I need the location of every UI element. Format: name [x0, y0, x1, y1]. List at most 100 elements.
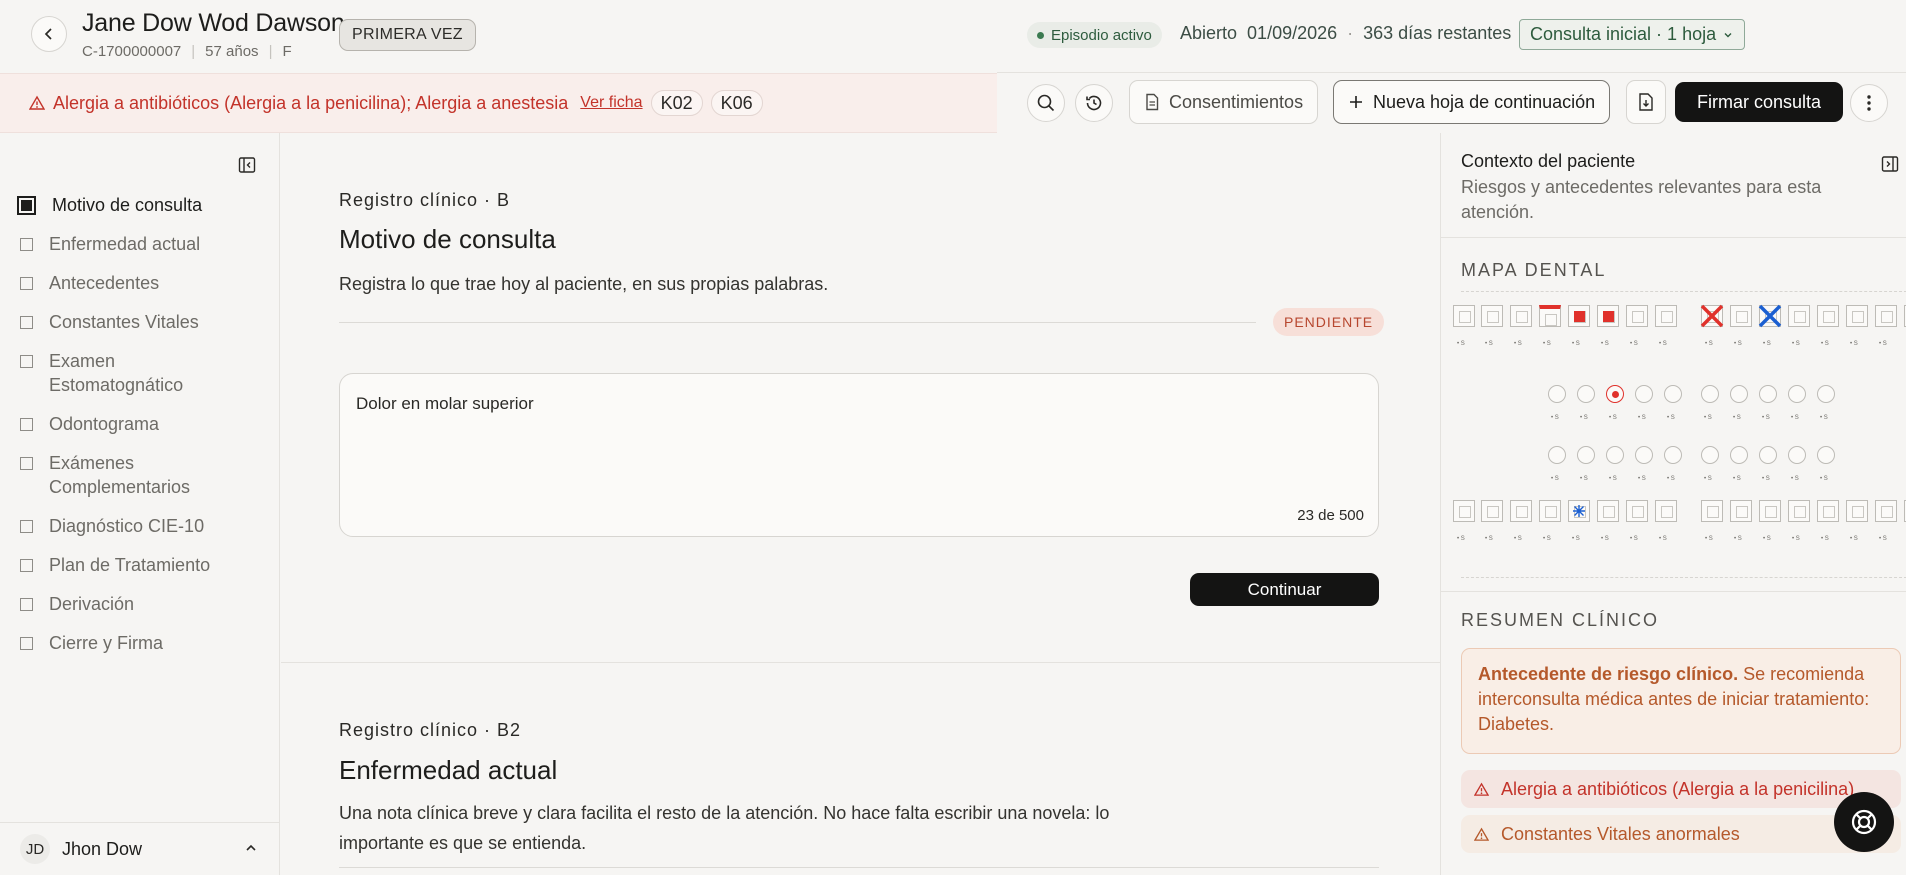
sidebar-item-odontograma[interactable]: Odontograma — [17, 412, 267, 451]
tooth-lower[interactable] — [1730, 500, 1752, 522]
tooth-upper[interactable] — [1817, 305, 1839, 327]
opened-date: 01/09/2026 — [1247, 23, 1338, 43]
tooth-lower[interactable] — [1539, 500, 1561, 522]
tooth-lower[interactable] — [1846, 500, 1868, 522]
tooth-upper[interactable] — [1510, 305, 1532, 327]
sidebar-item-diagnostico[interactable]: Diagnóstico CIE-10 — [17, 514, 267, 553]
new-sheet-button[interactable]: Nueva hoja de continuación — [1333, 80, 1611, 124]
tooth-surface-marker: • S — [1667, 415, 1675, 421]
tooth-primary-upper[interactable] — [1548, 385, 1566, 403]
episode-status-label: Episodio activo — [1051, 26, 1152, 44]
tooth-surface-marker: • S — [1879, 536, 1887, 542]
tooth-primary-lower[interactable] — [1788, 446, 1806, 464]
tooth-upper[interactable] — [1730, 305, 1752, 327]
tooth-primary-upper[interactable] — [1759, 385, 1777, 403]
sidebar-item-derivacion[interactable]: Derivación — [17, 592, 267, 631]
dental-map-label: MAPA DENTAL — [1461, 260, 1607, 280]
diagnosis-code-chip[interactable]: K06 — [710, 90, 763, 116]
tooth-surface-marker: • S — [1704, 415, 1712, 421]
tooth-primary-upper[interactable] — [1730, 385, 1748, 403]
tooth-upper[interactable] — [1453, 305, 1475, 327]
search-button[interactable] — [1027, 84, 1065, 122]
tooth-lower[interactable] — [1701, 500, 1723, 522]
tooth-primary-lower[interactable] — [1577, 446, 1595, 464]
tooth-primary-upper[interactable] — [1635, 385, 1653, 403]
tooth-lower[interactable] — [1626, 500, 1648, 522]
tooth-lower[interactable] — [1568, 500, 1590, 522]
tooth-lower[interactable] — [1875, 500, 1897, 522]
consents-button[interactable]: Consentimientos — [1129, 80, 1319, 124]
patient-sex: F — [282, 43, 292, 60]
tooth-lower[interactable] — [1655, 500, 1677, 522]
sidebar-item-examenes[interactable]: Exámenes Complementarios — [17, 451, 227, 514]
tooth-upper[interactable] — [1539, 305, 1561, 327]
dot-separator: · — [1347, 23, 1354, 43]
tooth-upper[interactable] — [1655, 305, 1677, 327]
alert-text: Alergia a antibióticos (Alergia a la pen… — [1501, 778, 1855, 799]
collapse-sidebar-icon[interactable] — [238, 156, 256, 174]
sidebar-item-constantes[interactable]: Constantes Vitales — [17, 310, 267, 349]
tooth-upper[interactable] — [1846, 305, 1868, 327]
section-description: Registra lo que trae hoy al paciente, en… — [339, 274, 829, 294]
sidebar-item-cierre[interactable]: Cierre y Firma — [17, 631, 267, 670]
sidebar-item-enfermedad[interactable]: Enfermedad actual — [17, 232, 267, 271]
diagnosis-code-chip[interactable]: K02 — [650, 90, 703, 116]
tooth-primary-upper[interactable] — [1788, 385, 1806, 403]
collapse-panel-icon[interactable] — [1881, 155, 1899, 173]
tooth-surface-marker: • S — [1820, 476, 1828, 482]
tooth-upper[interactable] — [1700, 304, 1724, 328]
tooth-upper[interactable] — [1597, 305, 1619, 327]
tooth-upper[interactable] — [1568, 305, 1590, 327]
section-kicker: Registro clínico · B2 — [339, 720, 522, 740]
tooth-primary-upper[interactable] — [1664, 385, 1682, 403]
tooth-lower[interactable] — [1481, 500, 1503, 522]
checkbox-icon — [20, 418, 33, 431]
tooth-lower[interactable] — [1817, 500, 1839, 522]
tooth-lower[interactable] — [1759, 500, 1781, 522]
consulta-select[interactable]: Consulta inicial · 1 hoja — [1519, 19, 1746, 50]
tooth-primary-lower[interactable] — [1730, 446, 1748, 464]
tooth-lower[interactable] — [1453, 500, 1475, 522]
tooth-surface-marker: • S — [1580, 415, 1588, 421]
remaining-days: 363 días restantes — [1363, 23, 1512, 43]
more-options-button[interactable] — [1850, 84, 1888, 122]
tooth-upper[interactable] — [1758, 304, 1782, 328]
tooth-upper[interactable] — [1788, 305, 1810, 327]
tooth-lower[interactable] — [1597, 500, 1619, 522]
tooth-primary-lower[interactable] — [1606, 446, 1624, 464]
history-button[interactable] — [1075, 84, 1113, 122]
sidebar-item-motivo[interactable]: Motivo de consulta — [17, 193, 267, 232]
tooth-primary-lower[interactable] — [1635, 446, 1653, 464]
back-button[interactable] — [31, 16, 67, 52]
continue-button[interactable]: Continuar — [1190, 573, 1379, 606]
alert-row[interactable]: Alergia a antibióticos (Alergia a la pen… — [1461, 770, 1901, 808]
sidebar-item-examen[interactable]: Examen Estomatognático — [17, 349, 227, 412]
dental-map[interactable]: • S • S • S • S • S • S • S • S • S • S • S • S • S •… — [1453, 291, 1906, 578]
sidebar-item-plan[interactable]: Plan de Tratamiento — [17, 553, 267, 592]
tooth-primary-lower[interactable] — [1817, 446, 1835, 464]
sign-consultation-button[interactable]: Firmar consulta — [1675, 82, 1843, 122]
tooth-primary-upper[interactable] — [1577, 385, 1595, 403]
sidebar-item-antecedentes[interactable]: Antecedentes — [17, 271, 267, 310]
ver-ficha-link[interactable]: Ver ficha — [580, 94, 642, 112]
tooth-lower[interactable] — [1510, 500, 1532, 522]
tooth-surface-marker: • S — [1791, 415, 1799, 421]
motivo-textarea[interactable]: Dolor en molar superior 23 de 500 — [339, 373, 1379, 537]
tooth-primary-upper[interactable] — [1701, 385, 1719, 403]
tooth-primary-lower[interactable] — [1759, 446, 1777, 464]
tooth-upper[interactable] — [1875, 305, 1897, 327]
divider — [339, 867, 1379, 868]
download-button[interactable] — [1626, 80, 1666, 124]
tooth-lower[interactable] — [1788, 500, 1810, 522]
tooth-primary-lower[interactable] — [1664, 446, 1682, 464]
user-menu[interactable]: JD Jhon Dow — [0, 822, 280, 875]
tooth-upper[interactable] — [1481, 305, 1503, 327]
tooth-surface-marker: • S — [1543, 536, 1551, 542]
tooth-surface-marker: • S — [1485, 341, 1493, 347]
tooth-primary-lower[interactable] — [1701, 446, 1719, 464]
tooth-primary-upper[interactable] — [1817, 385, 1835, 403]
tooth-primary-lower[interactable] — [1548, 446, 1566, 464]
tooth-upper[interactable] — [1626, 305, 1648, 327]
tooth-primary-upper[interactable] — [1606, 385, 1624, 403]
help-button[interactable] — [1834, 792, 1894, 852]
